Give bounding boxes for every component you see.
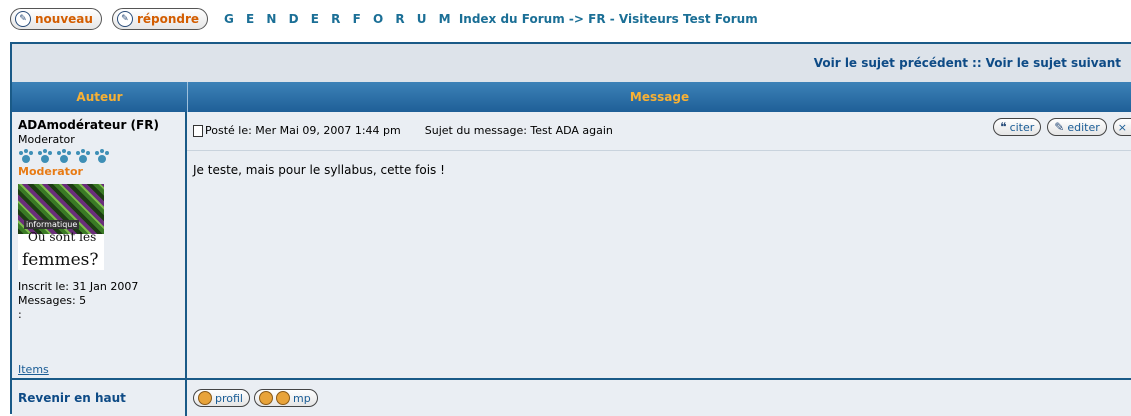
profile-button[interactable]: profil: [193, 389, 250, 407]
profile-icon: [198, 391, 212, 405]
post-actions: ❝ citer ✎ editer ×: [993, 118, 1131, 136]
delete-icon: ×: [1117, 120, 1127, 134]
rank-paws: [18, 149, 179, 165]
post-footer: Revenir en haut profil mp: [12, 378, 1131, 416]
next-topic-link[interactable]: Voir le sujet suivant: [986, 56, 1121, 70]
post-meta: Posté le: Mer Mai 09, 2007 1:44 pm Sujet…: [193, 124, 613, 137]
top-toolbar: ✎ nouveau ✎ répondre G E N D E R F O R U…: [10, 6, 758, 32]
author-panel: ADAmodérateur (FR) Moderator Moderator i…: [12, 112, 187, 378]
topic-table: Voir le sujet précédent :: Voir le sujet…: [10, 42, 1131, 416]
document-icon: ✎: [15, 11, 31, 27]
author-name: ADAmodérateur (FR): [18, 118, 159, 132]
message-column-header: Message: [629, 90, 690, 104]
reply-button[interactable]: ✎ répondre: [111, 8, 209, 30]
edit-button[interactable]: ✎ editer: [1047, 118, 1107, 136]
post-subject: Sujet du message: Test ADA again: [424, 124, 613, 137]
new-topic-button[interactable]: ✎ nouveau: [10, 8, 102, 30]
quote-button[interactable]: ❝ citer: [993, 118, 1042, 136]
message-body: Je teste, mais pour le syllabus, cette f…: [193, 163, 445, 177]
message-header: Posté le: Mer Mai 09, 2007 1:44 pm Sujet…: [187, 112, 1131, 151]
rank-title: Moderator: [18, 165, 83, 178]
author-rank: Moderator: [18, 133, 75, 146]
pm-icon: [258, 391, 273, 405]
joined-date: Inscrit le: 31 Jan 2007: [18, 280, 139, 293]
breadcrumb: G E N D E R F O R U M Index du Forum -> …: [224, 12, 758, 26]
paw-icon: [37, 149, 53, 165]
topic-navigation: Voir le sujet précédent :: Voir le sujet…: [12, 44, 1131, 82]
footer-buttons: profil mp: [187, 380, 1131, 416]
post-icon: [193, 124, 203, 137]
author-meta: Inscrit le: 31 Jan 2007 Messages: 5 :: [18, 280, 179, 322]
breadcrumb-site[interactable]: G E N D E R F O R U M: [224, 12, 455, 26]
avatar: informatique Où sont les femmes?: [18, 184, 104, 270]
previous-topic-link[interactable]: Voir le sujet précédent: [814, 56, 968, 70]
table-header: Auteur Message: [12, 82, 1131, 112]
paw-icon: [56, 149, 72, 165]
author-column-header: Auteur: [12, 82, 188, 112]
avatar-text-mid: Où sont les: [28, 230, 97, 244]
breadcrumb-arrow: ->: [568, 12, 584, 26]
avatar-text-top: informatique: [24, 220, 80, 229]
author-extra: :: [18, 308, 22, 321]
pm-icon: [275, 391, 290, 405]
private-message-button[interactable]: mp: [253, 389, 318, 407]
quote-icon: ❝: [1000, 120, 1007, 134]
avatar-text-bottom: femmes?: [22, 250, 99, 270]
message-count: Messages: 5: [18, 294, 87, 307]
items-link[interactable]: Items: [18, 363, 49, 376]
breadcrumb-forum[interactable]: FR - Visiteurs Test Forum: [588, 12, 758, 26]
back-to-top-link[interactable]: Revenir en haut: [12, 380, 187, 416]
breadcrumb-index[interactable]: Index du Forum: [459, 12, 565, 26]
delete-button[interactable]: ×: [1112, 118, 1131, 136]
post-date: Posté le: Mer Mai 09, 2007 1:44 pm: [205, 124, 401, 137]
edit-icon: ✎: [1054, 120, 1065, 134]
message-panel: Posté le: Mer Mai 09, 2007 1:44 pm Sujet…: [187, 112, 1131, 378]
paw-icon: [75, 149, 91, 165]
paw-icon: [94, 149, 110, 165]
topic-nav-separator: ::: [972, 56, 982, 70]
paw-icon: [18, 149, 34, 165]
document-icon: ✎: [116, 11, 133, 27]
